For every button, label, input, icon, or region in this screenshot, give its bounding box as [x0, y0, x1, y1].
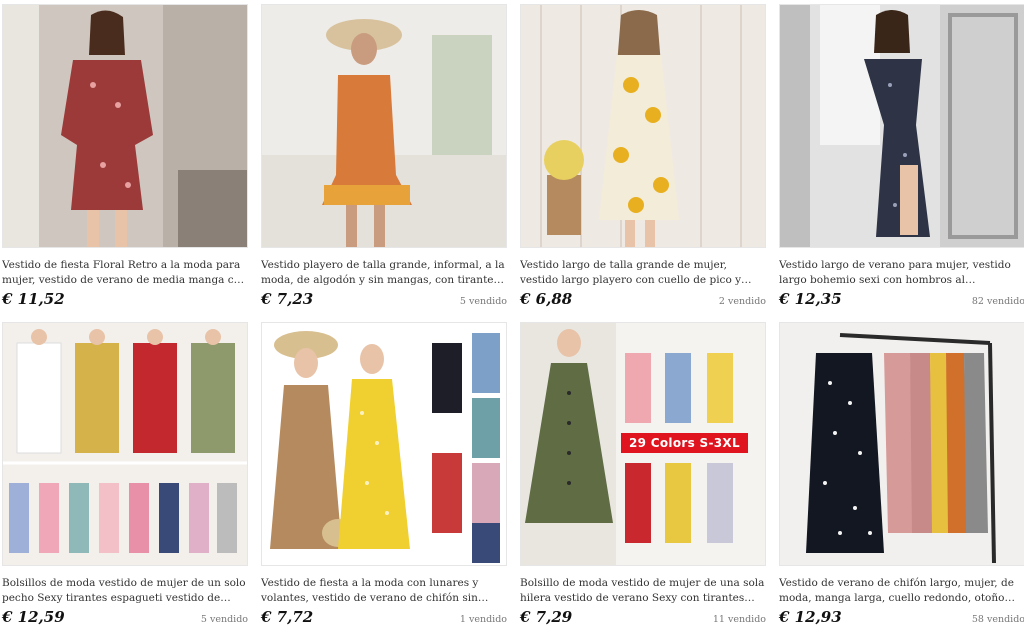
product-price: € 7,23: [261, 290, 314, 308]
product-card[interactable]: Vestido largo de verano para mujer, vest…: [779, 4, 1024, 316]
price-row: € 7,29 11 vendido: [520, 608, 768, 626]
sold-count: 11 vendido: [712, 614, 766, 625]
price-row: € 6,88 2 vendido: [520, 290, 768, 308]
sold-count: 82 vendido: [971, 296, 1024, 307]
sold-count: 1 vendido: [459, 614, 507, 625]
sold-count: 5 vendido: [200, 614, 248, 625]
product-image[interactable]: [779, 4, 1024, 248]
sold-count: 2 vendido: [718, 296, 766, 307]
product-price: € 6,88: [520, 290, 573, 308]
product-card[interactable]: 29 Colors S-3XL Bolsillo de moda vestido…: [520, 322, 768, 634]
price-row: € 7,23 5 vendido: [261, 290, 509, 308]
product-title[interactable]: Vestido playero de talla grande, informa…: [261, 258, 509, 288]
product-title[interactable]: Vestido de fiesta Floral Retro a la moda…: [2, 258, 250, 288]
price-row: € 12,59 5 vendido: [2, 608, 250, 626]
sold-count: 5 vendido: [459, 296, 507, 307]
product-card[interactable]: Vestido playero de talla grande, informa…: [261, 4, 509, 316]
product-card[interactable]: Vestido de fiesta Floral Retro a la moda…: [2, 4, 250, 316]
product-price: € 11,52: [2, 290, 65, 308]
product-title[interactable]: Bolsillo de moda vestido de mujer de una…: [520, 576, 768, 606]
price-row: € 12,35 82 vendido: [779, 290, 1024, 308]
product-image[interactable]: [261, 322, 507, 566]
product-card[interactable]: Vestido largo de talla grande de mujer, …: [520, 4, 768, 316]
product-image[interactable]: [520, 4, 766, 248]
product-card[interactable]: Vestido de verano de chifón largo, mujer…: [779, 322, 1024, 634]
product-card[interactable]: Bolsillos de moda vestido de mujer de un…: [2, 322, 250, 634]
product-price: € 7,29: [520, 608, 573, 626]
price-row: € 12,93 58 vendido: [779, 608, 1024, 626]
sold-count: 58 vendido: [971, 614, 1024, 625]
price-row: € 11,52: [2, 290, 250, 308]
product-image[interactable]: [779, 322, 1024, 566]
product-price: € 12,35: [779, 290, 842, 308]
product-grid: Vestido de fiesta Floral Retro a la moda…: [0, 0, 1024, 634]
product-image[interactable]: [261, 4, 507, 248]
product-title[interactable]: Vestido de fiesta a la moda con lunares …: [261, 576, 509, 606]
product-image[interactable]: [2, 4, 248, 248]
product-price: € 12,93: [779, 608, 842, 626]
product-title[interactable]: Vestido de verano de chifón largo, mujer…: [779, 576, 1024, 606]
product-title[interactable]: Bolsillos de moda vestido de mujer de un…: [2, 576, 250, 606]
colors-size-badge: 29 Colors S-3XL: [621, 433, 748, 453]
product-price: € 7,72: [261, 608, 314, 626]
product-title[interactable]: Vestido largo de verano para mujer, vest…: [779, 258, 1024, 288]
product-title[interactable]: Vestido largo de talla grande de mujer, …: [520, 258, 768, 288]
product-price: € 12,59: [2, 608, 65, 626]
price-row: € 7,72 1 vendido: [261, 608, 509, 626]
product-image[interactable]: 29 Colors S-3XL: [520, 322, 766, 566]
product-image[interactable]: [2, 322, 248, 566]
product-card[interactable]: Vestido de fiesta a la moda con lunares …: [261, 322, 509, 634]
